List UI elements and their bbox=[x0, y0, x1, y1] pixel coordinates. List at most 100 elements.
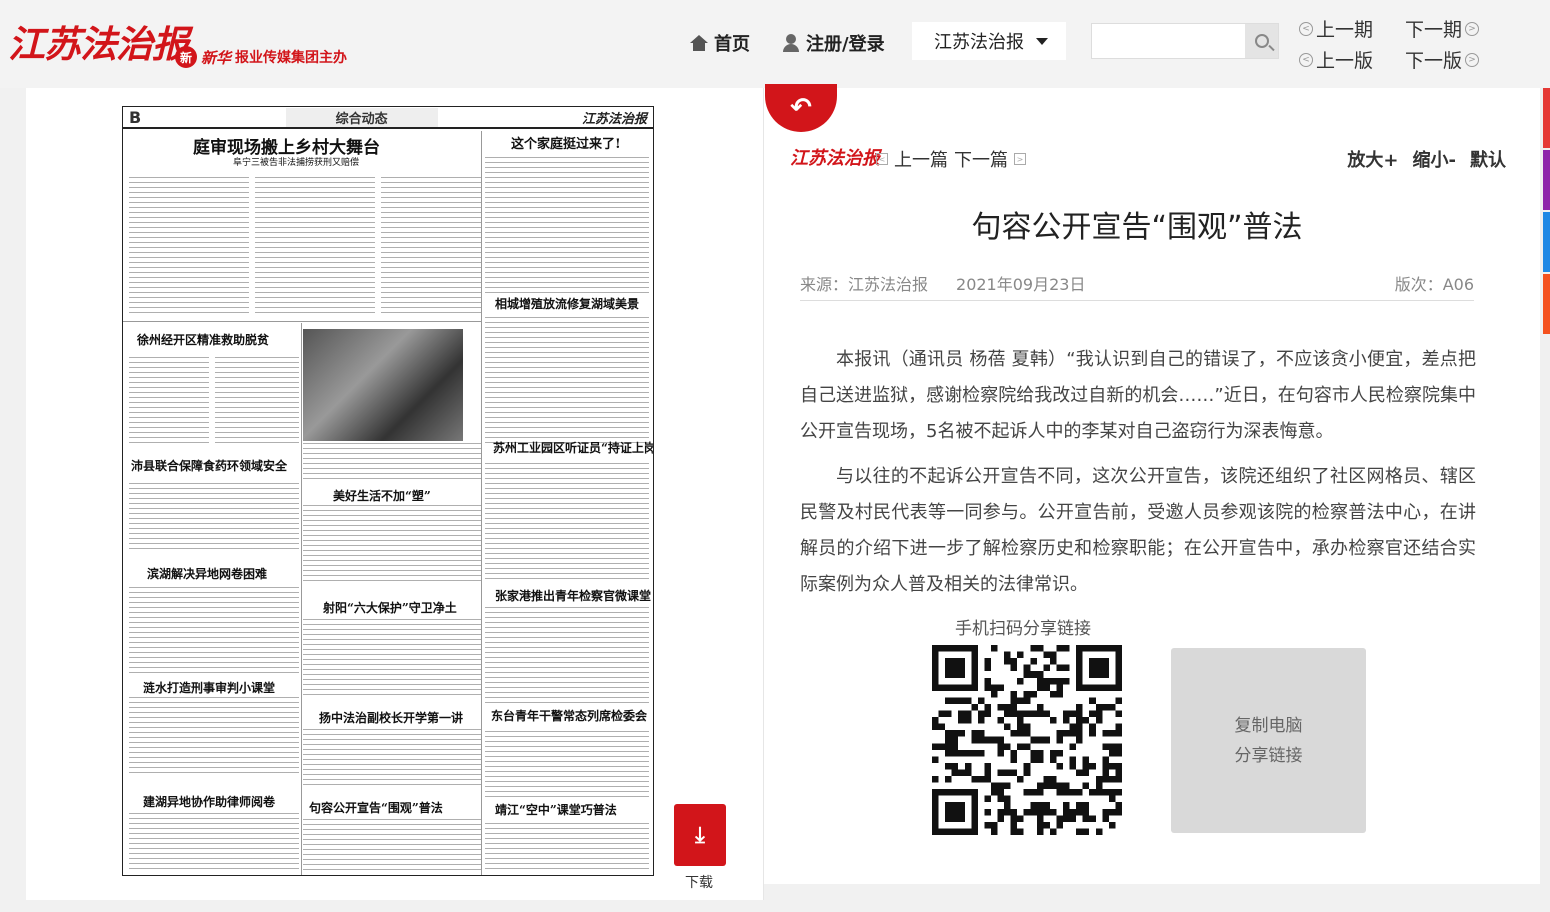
prev-page-label: 上一版 bbox=[1316, 50, 1374, 72]
sheet-masthead: 江苏法治报 bbox=[581, 111, 647, 127]
nav-home[interactable]: 首页 bbox=[690, 30, 750, 56]
newspaper-page-viewer: B 综合动态 江苏法治报 庭审现场搬上乡村大舞台 阜宁三被告非法捕捞获刑又赔偿 … bbox=[26, 88, 764, 900]
article-edition: 版次：A06 bbox=[1394, 275, 1474, 294]
headline[interactable]: 沛县联合保障食药环领域安全 bbox=[131, 457, 287, 474]
headline[interactable]: 这个家庭挺过来了! bbox=[511, 133, 621, 152]
side-color-tab[interactable] bbox=[1543, 212, 1550, 272]
text-column bbox=[303, 619, 481, 699]
publisher-badge: 新 新华 报业传媒集团主办 bbox=[175, 46, 347, 68]
search-button[interactable] bbox=[1245, 24, 1278, 58]
prev-page-link[interactable]: < 上一版 bbox=[1299, 46, 1373, 73]
text-column bbox=[129, 177, 249, 317]
qr-code bbox=[932, 645, 1122, 835]
copy-link-line1: 复制电脑 bbox=[1234, 715, 1303, 736]
headline[interactable]: 扬中法治副校长开学第一讲 bbox=[319, 709, 463, 726]
chevron-right-icon: > bbox=[1465, 21, 1480, 36]
headline[interactable]: 苏州工业园区听证员“持证上岗” bbox=[493, 439, 653, 456]
headline[interactable]: 滨湖解决异地网卷困难 bbox=[147, 565, 267, 582]
text-column bbox=[129, 813, 299, 873]
headline[interactable]: 射阳“六大保护”守卫净土 bbox=[323, 599, 457, 616]
text-column bbox=[255, 177, 375, 317]
article-date: 2021年09月23日 bbox=[956, 275, 1086, 294]
headline[interactable]: 相城增殖放流修复湖域美景 bbox=[495, 295, 639, 312]
text-column bbox=[129, 587, 299, 677]
headline[interactable]: 句容公开宣告“围观”普法 bbox=[309, 799, 443, 816]
text-column bbox=[485, 157, 649, 297]
column-divider bbox=[301, 323, 302, 875]
text-column bbox=[381, 177, 481, 317]
article-source: 来源：江苏法治报 bbox=[800, 275, 929, 294]
zoom-out-button[interactable]: 缩小- bbox=[1413, 146, 1456, 172]
search-box bbox=[1091, 23, 1279, 59]
chevron-down-icon bbox=[1036, 37, 1048, 45]
text-column bbox=[303, 505, 481, 585]
home-icon bbox=[690, 35, 708, 51]
meta-divider bbox=[800, 300, 1474, 301]
article-logo: 江苏法治报 bbox=[790, 148, 880, 169]
prev-issue-link[interactable]: < 上一期 bbox=[1299, 15, 1373, 42]
chevron-left-icon: < bbox=[1299, 52, 1313, 67]
side-color-tab[interactable] bbox=[1543, 274, 1550, 334]
text-column bbox=[485, 317, 649, 447]
zoom-default-button[interactable]: 默认 bbox=[1470, 146, 1506, 172]
article-paragraph: 与以往的不起诉公开宣告不同，这次公开宣告，该院还组织了社区网格员、辖区民警及村民… bbox=[800, 466, 1476, 595]
publisher-brand: 新华 bbox=[201, 48, 232, 67]
prev-issue-label: 上一期 bbox=[1316, 19, 1374, 41]
pdf-download-button[interactable]: ⤓ bbox=[674, 804, 726, 866]
copy-link-line2: 分享链接 bbox=[1234, 745, 1303, 766]
nav-login[interactable]: 注册/登录 bbox=[782, 30, 885, 56]
next-article-link[interactable]: 下一篇 bbox=[954, 146, 1008, 172]
next-page-link[interactable]: 下一版 > bbox=[1405, 46, 1480, 73]
headline[interactable]: 美好生活不加“塑” bbox=[333, 487, 431, 504]
row-divider bbox=[123, 321, 481, 322]
text-column bbox=[129, 697, 299, 777]
next-issue-link[interactable]: 下一期 > bbox=[1405, 15, 1480, 42]
user-icon bbox=[782, 34, 800, 52]
nav-login-label: 注册/登录 bbox=[806, 34, 885, 55]
section-name: 综合动态 bbox=[285, 107, 438, 127]
chevron-left-icon: < bbox=[876, 153, 888, 165]
text-column bbox=[485, 731, 649, 801]
article-body: 本报讯（通讯员 杨蓓 夏韩）“我认识到自己的错误了，不应该贪小便宜，差点把自己送… bbox=[800, 342, 1476, 612]
headline[interactable]: 涟水打造刑事审判小课堂 bbox=[143, 679, 275, 696]
subheadline: 阜宁三被告非法捕捞获刑又赔偿 bbox=[233, 158, 360, 168]
side-color-tab[interactable] bbox=[1543, 150, 1550, 210]
copy-link-button[interactable]: 复制电脑 分享链接 bbox=[1171, 648, 1366, 833]
search-icon bbox=[1254, 34, 1269, 48]
xinhua-logo-icon: 新 bbox=[175, 46, 197, 68]
chevron-left-icon: < bbox=[1299, 21, 1313, 36]
zoom-in-button[interactable]: 放大+ bbox=[1347, 146, 1398, 172]
column-divider bbox=[481, 131, 482, 875]
download-label[interactable]: 下载 bbox=[685, 872, 713, 892]
article-nav: < 上一篇 下一篇 > bbox=[876, 146, 1026, 172]
page-letter: B bbox=[129, 107, 142, 127]
back-button[interactable]: ↶ bbox=[765, 84, 837, 132]
chevron-right-icon: > bbox=[1465, 52, 1480, 67]
headline[interactable]: 建湖异地协作助律师阅卷 bbox=[143, 793, 275, 810]
site-logo[interactable]: 江苏法治报 bbox=[8, 14, 189, 68]
back-arrow-icon: ↶ bbox=[790, 93, 812, 123]
share-label: 手机扫码分享链接 bbox=[955, 619, 1091, 639]
chevron-right-icon: > bbox=[1014, 153, 1026, 165]
headline[interactable]: 靖江“空中”课堂巧普法 bbox=[495, 801, 617, 818]
pdf-icon: ⤓ bbox=[695, 822, 705, 848]
paper-select[interactable]: 江苏法治报 bbox=[912, 22, 1066, 60]
text-column bbox=[215, 357, 299, 447]
text-column bbox=[303, 819, 481, 873]
search-input[interactable] bbox=[1092, 24, 1242, 56]
newspaper-sheet[interactable]: B 综合动态 江苏法治报 庭审现场搬上乡村大舞台 阜宁三被告非法捕捞获刑又赔偿 … bbox=[122, 106, 654, 876]
text-column bbox=[129, 357, 209, 447]
headline[interactable]: 张家港推出青年检察官微课堂 bbox=[495, 587, 651, 604]
article-title: 句容公开宣告“围观”普法 bbox=[971, 210, 1303, 245]
text-column bbox=[485, 823, 649, 873]
side-color-tab[interactable] bbox=[1543, 88, 1550, 148]
headline[interactable]: 徐州经开区精准救助脱贫 bbox=[137, 331, 269, 348]
next-issue-label: 下一期 bbox=[1405, 19, 1463, 41]
text-column bbox=[303, 443, 481, 483]
text-column bbox=[485, 463, 649, 583]
publisher-text: 报业传媒集团主办 bbox=[235, 50, 348, 66]
prev-article-link[interactable]: 上一篇 bbox=[894, 146, 948, 172]
text-column bbox=[485, 607, 649, 707]
paper-select-value: 江苏法治报 bbox=[934, 32, 1024, 53]
headline[interactable]: 东台青年干警常态列席检委会 bbox=[491, 707, 647, 724]
